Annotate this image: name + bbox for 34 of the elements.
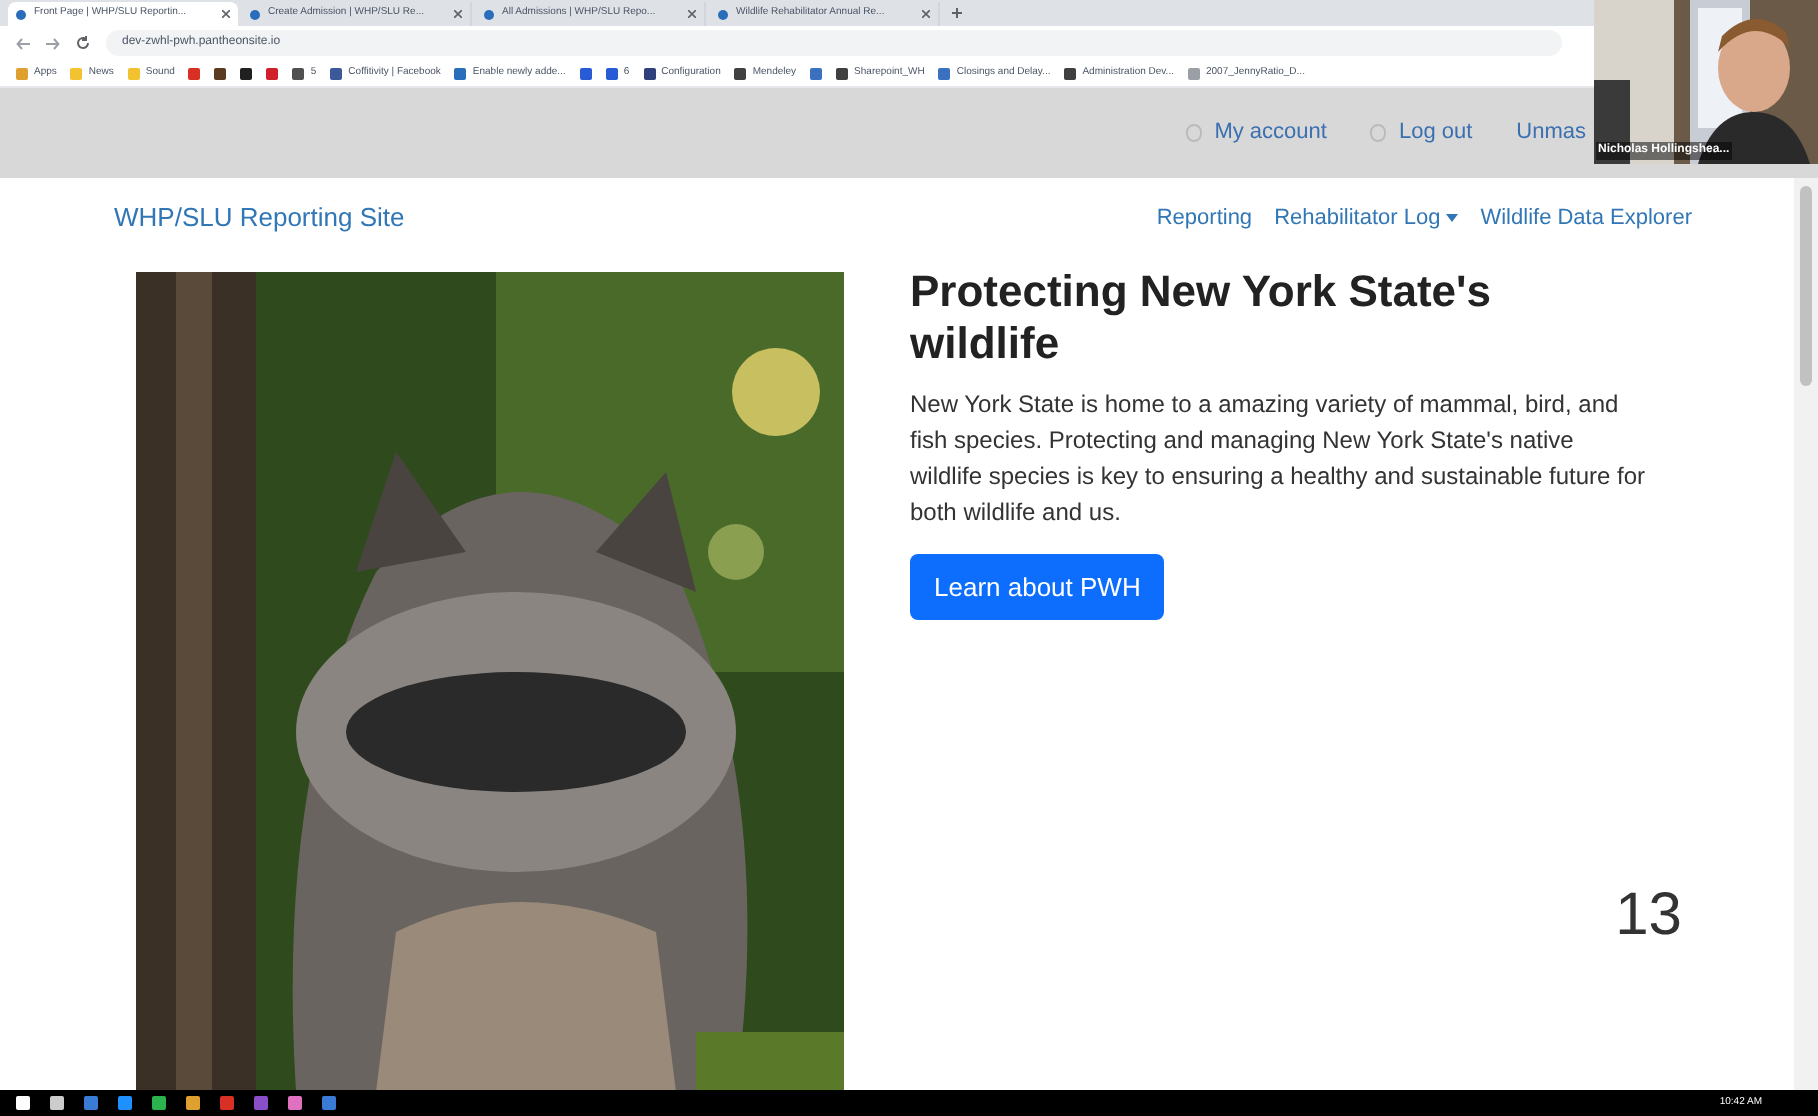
close-icon[interactable] — [688, 10, 696, 18]
back-icon[interactable] — [16, 37, 30, 49]
scrollbar[interactable] — [1794, 178, 1818, 1090]
bookmark-icon[interactable] — [240, 67, 253, 79]
bookmark-icon[interactable] — [292, 67, 305, 79]
page-icon — [250, 9, 260, 19]
nav-dropdown[interactable]: Rehabilitator Log — [1274, 201, 1459, 235]
forward-icon[interactable] — [46, 37, 60, 49]
bookmark-icon[interactable] — [1064, 67, 1077, 79]
bookmark-icon[interactable] — [643, 67, 656, 79]
slide-number: 13 — [1615, 880, 1682, 952]
account-link[interactable]: Unmas — [1516, 116, 1586, 150]
page-icon — [16, 9, 26, 19]
new-tab-icon[interactable] — [952, 8, 962, 18]
nav-link[interactable]: Wildlife Data Explorer — [1480, 201, 1692, 235]
start-icon[interactable] — [16, 1096, 30, 1110]
learn-more-button[interactable]: Learn about PWH — [910, 554, 1165, 620]
caret-icon — [1446, 214, 1459, 222]
hero-text: New York State is home to a amazing variety of mammal, bird, and fish species. Protecting and managing New York State's native wildlife species is key to ensuring a healthy and sustainable future for both wildlife and us. — [910, 388, 1648, 530]
page-icon — [484, 9, 494, 19]
close-icon[interactable] — [454, 10, 462, 18]
bookmark-icon[interactable] — [214, 67, 227, 79]
close-icon[interactable] — [922, 10, 930, 18]
nav-link[interactable]: Reporting — [1156, 201, 1253, 235]
account-link[interactable]: Log out — [1398, 116, 1473, 150]
site-brand[interactable]: WHP/SLU Reporting Site — [114, 198, 405, 238]
hero-title: Protecting New York State's wildlife — [910, 266, 1494, 370]
bookmark-icon[interactable] — [836, 67, 849, 79]
page-icon — [718, 9, 728, 19]
close-icon[interactable] — [222, 10, 230, 18]
bookmark-icon[interactable] — [330, 67, 343, 79]
reload-icon[interactable] — [76, 36, 90, 50]
account-link[interactable]: My account — [1214, 116, 1327, 150]
bookmark-icon[interactable] — [734, 67, 747, 79]
